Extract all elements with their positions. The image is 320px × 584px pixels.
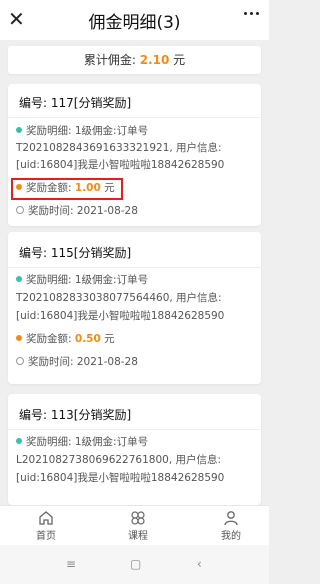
clock-icon — [16, 357, 24, 365]
tab-label: 我的 — [221, 531, 241, 542]
dot-icon — [16, 438, 22, 444]
time-label: 奖励时间: 2021-08-28 — [28, 356, 138, 368]
commission-summary: 累计佣金: 2.10 元 — [8, 46, 261, 74]
detail-line: [uid:16804]我是小智啦啦啦18842628590 — [16, 472, 225, 484]
clock-icon — [16, 206, 24, 214]
detail-row: 奖励明细: 1级佣金:订单号 — [16, 123, 148, 140]
detail-label: 奖励明细: 1级佣金:订单号 — [26, 436, 149, 448]
dot-icon — [16, 335, 22, 341]
page-title: 佣金明细(3) — [88, 13, 181, 33]
amount-label: 奖励金额: — [26, 333, 75, 345]
divider — [8, 117, 261, 118]
detail-row: 奖励明细: 1级佣金:订单号 — [16, 272, 148, 289]
divider — [8, 429, 261, 430]
amount-unit: 元 — [104, 333, 115, 345]
detail-line: [uid:16804]我是小智啦啦啦18842628590 — [16, 159, 225, 171]
dot-icon — [16, 127, 22, 133]
back-icon[interactable]: ‹ — [197, 557, 202, 571]
tab-mine[interactable]: 我的 — [206, 510, 256, 542]
amount-row: 奖励金额: 0.50 元 — [16, 331, 115, 348]
home-button-icon[interactable]: ▢ — [130, 557, 141, 571]
divider — [8, 267, 261, 268]
tab-home[interactable]: 首页 — [21, 510, 71, 542]
home-icon — [39, 511, 53, 525]
clover-icon — [131, 511, 145, 525]
system-nav-bar: ≡ ▢ ‹ — [0, 545, 269, 584]
detail-row: 奖励明细: 1级佣金:订单号 — [16, 434, 148, 451]
commission-card: 编号: 117[分销奖励] 奖励明细: 1级佣金:订单号 T2021082843… — [8, 84, 261, 226]
detail-label: 奖励明细: 1级佣金:订单号 — [26, 125, 149, 137]
card-number: 编号: 117[分销奖励] — [19, 96, 132, 110]
commission-card: 编号: 113[分销奖励] 奖励明细: 1级佣金:订单号 L2021082738… — [8, 394, 261, 505]
menu-icon[interactable]: ≡ — [66, 557, 76, 571]
card-number: 编号: 115[分销奖励] — [19, 246, 132, 260]
summary-amount: 2.10 — [139, 53, 170, 67]
card-number: 编号: 113[分销奖励] — [19, 408, 132, 422]
time-label: 奖励时间: 2021-08-28 — [28, 205, 138, 217]
user-icon — [224, 511, 238, 526]
reward-amount: 0.50 — [74, 333, 101, 345]
more-icon[interactable] — [244, 12, 259, 15]
time-row: 奖励时间: 2021-08-28 — [16, 354, 138, 371]
summary-unit: 元 — [173, 53, 186, 67]
tab-label: 课程 — [128, 531, 148, 542]
bottom-tab-bar: 首页 课程 我的 — [0, 505, 269, 546]
detail-line: T2021082833038077564460, 用户信息: — [16, 292, 222, 304]
dot-icon — [16, 276, 22, 282]
highlight-box — [11, 178, 123, 200]
detail-line: T2021082843691633321921, 用户信息: — [16, 142, 222, 154]
commission-card: 编号: 115[分销奖励] 奖励明细: 1级佣金:订单号 T2021082833… — [8, 232, 261, 384]
top-bar: ✕ 佣金明细(3) — [0, 0, 269, 40]
detail-line: L2021082738069622761800, 用户信息: — [16, 454, 222, 466]
detail-line: [uid:16804]我是小智啦啦啦18842628590 — [16, 310, 225, 322]
summary-label: 累计佣金: — [83, 53, 136, 67]
time-row: 奖励时间: 2021-08-28 — [16, 203, 138, 220]
detail-label: 奖励明细: 1级佣金:订单号 — [26, 274, 149, 286]
tab-course[interactable]: 课程 — [113, 510, 163, 542]
tab-label: 首页 — [36, 531, 56, 542]
